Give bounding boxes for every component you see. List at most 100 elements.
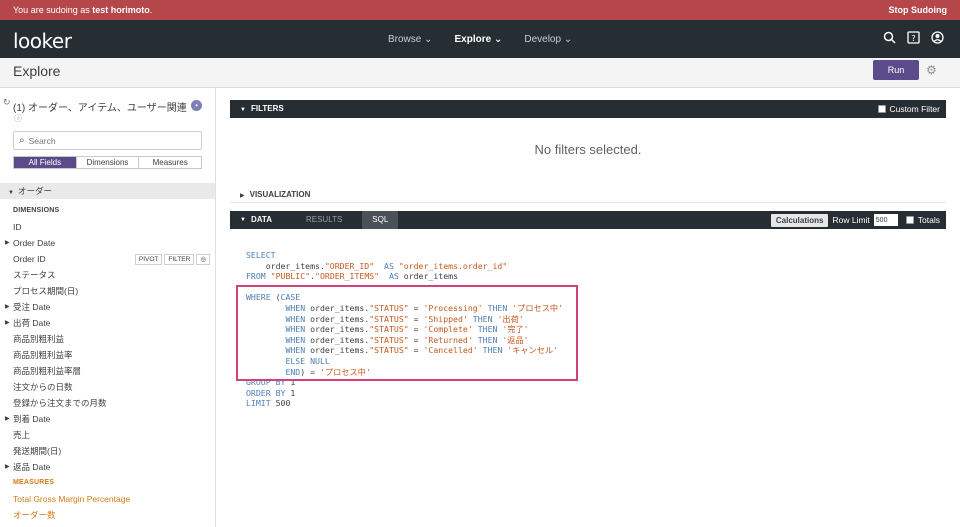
gear-icon[interactable]: ⚙ xyxy=(926,63,937,77)
dimension-field[interactable]: 商品別粗利益率 xyxy=(0,347,215,363)
nav-icons: ? xyxy=(882,31,944,45)
row-limit-label: Row Limit xyxy=(832,215,870,225)
dimension-field[interactable]: 注文からの日数 xyxy=(0,379,215,395)
caret-right-icon: ▶ xyxy=(5,464,10,470)
view-header[interactable]: ▼ オーダー xyxy=(0,183,215,199)
dimension-group-field[interactable]: ▶ 到着 Date xyxy=(0,411,215,427)
calculations-button[interactable]: Calculations xyxy=(770,213,829,227)
field-label: プロセス期間(日) xyxy=(13,286,79,296)
nav-browse[interactable]: Browse ⌄ xyxy=(388,34,433,45)
totals-label: Totals xyxy=(917,215,940,225)
caret-right-icon: ▶ xyxy=(240,193,245,199)
collapse-icon[interactable]: • xyxy=(191,100,202,111)
caret-right-icon: ▶ xyxy=(5,304,10,310)
looker-logo[interactable]: looker xyxy=(13,29,72,53)
custom-filter-label: Custom Filter xyxy=(889,104,940,114)
dimension-field[interactable]: 登録から注文までの月数 xyxy=(0,395,215,411)
field-picker-sidebar: ↻ (1) オーダー、アイテム、ユーザー関連 • ⓘ ⌕ All Fields … xyxy=(0,88,216,527)
field-label: Order ID xyxy=(13,254,46,264)
caret-down-icon[interactable]: ▼ xyxy=(240,211,246,229)
visualization-header[interactable]: ▶ VISUALIZATION xyxy=(230,187,946,203)
sudo-message: You are sudoing as test horimoto. xyxy=(13,5,153,15)
data-controls: Calculations Row Limit Totals xyxy=(770,211,940,229)
totals-checkbox[interactable] xyxy=(905,216,914,224)
dimension-field[interactable]: ID xyxy=(0,219,215,235)
nav-explore[interactable]: Explore ⌄ xyxy=(455,34,503,45)
view-name: オーダー xyxy=(17,186,52,196)
filter-button[interactable]: FILTER xyxy=(164,254,195,265)
dimension-field[interactable]: 商品別粗利益 xyxy=(0,331,215,347)
field-label: 発送期間(日) xyxy=(13,446,62,456)
filters-header[interactable]: ▼ FILTERS Custom Filter xyxy=(230,100,946,118)
sql-line: LIMIT 500 xyxy=(246,398,291,409)
field-label: 受注 Date xyxy=(13,302,51,312)
search-icon[interactable] xyxy=(882,31,896,45)
custom-filter-toggle[interactable]: Custom Filter xyxy=(878,100,940,118)
sql-line: ORDER BY 1 xyxy=(246,387,296,398)
field-label: 売上 xyxy=(13,430,31,440)
tab-measures[interactable]: Measures xyxy=(139,157,201,168)
checkbox-icon[interactable] xyxy=(878,105,887,113)
field-label: 返品 Date xyxy=(13,462,51,472)
tab-results[interactable]: RESULTS xyxy=(306,211,342,229)
section-label-measures: MEASURES xyxy=(0,475,215,491)
page-title: Explore xyxy=(13,63,61,79)
dimension-field[interactable]: 商品別粗利益率層 xyxy=(0,363,215,379)
field-actions: PIVOT FILTER ◎ xyxy=(134,254,210,265)
info-icon[interactable]: ◎ xyxy=(196,254,210,265)
field-label: Total Gross Margin Percentage xyxy=(13,494,131,504)
field-label: Order Date xyxy=(13,238,56,248)
dimension-field[interactable]: ステータス xyxy=(0,267,215,283)
dimension-group-field[interactable]: ▶ 出荷 Date xyxy=(0,315,215,331)
measure-field[interactable]: オーダー数 xyxy=(0,507,215,523)
highlight-annotation xyxy=(236,285,578,381)
caret-right-icon: ▶ xyxy=(5,320,10,326)
sql-line: order_items."ORDER_ID" AS "order_items.o… xyxy=(246,260,508,271)
dimension-group-field[interactable]: ▶ 返品 Date xyxy=(0,459,215,475)
field-label: ID xyxy=(13,222,22,232)
field-label: ステータス xyxy=(13,270,56,280)
dimension-field[interactable]: Order ID PIVOT FILTER ◎ xyxy=(0,251,215,267)
field-tabs: All Fields Dimensions Measures xyxy=(13,156,202,169)
field-label: オーダー数 xyxy=(13,510,56,520)
explore-icon: ↻ xyxy=(3,97,11,107)
field-label: 到着 Date xyxy=(13,414,51,424)
field-label: 登録から注文までの月数 xyxy=(13,398,107,408)
sql-line: FROM "PUBLIC"."ORDER_ITEMS" AS order_ite… xyxy=(246,271,458,282)
stop-sudoing-link[interactable]: Stop Sudoing xyxy=(889,5,948,15)
row-limit-input[interactable] xyxy=(873,214,898,226)
field-label: DIMENSIONS xyxy=(13,207,60,214)
dimension-field[interactable]: プロセス期間(日) xyxy=(0,283,215,299)
measure-field[interactable]: Total Gross Margin Percentage xyxy=(0,491,215,507)
field-list: DIMENSIONS ID ▶ Order Date Order ID PIVOT FILT… xyxy=(0,203,215,523)
dimension-field[interactable]: 発送期間(日) xyxy=(0,443,215,459)
dimension-group-field[interactable]: ▶ 受注 Date xyxy=(0,299,215,315)
caret-right-icon: ▶ xyxy=(5,416,10,422)
field-search: ⌕ xyxy=(13,131,202,150)
filters-title: FILTERS xyxy=(250,104,284,113)
data-title: DATA xyxy=(250,215,272,224)
page-header: Explore Run ⚙ xyxy=(0,58,960,88)
top-nav: looker Browse ⌄ Explore ⌄ Develop ⌄ ? xyxy=(0,20,960,58)
tab-all-fields[interactable]: All Fields xyxy=(14,157,77,168)
field-label: 出荷 Date xyxy=(13,318,51,328)
dimension-field[interactable]: 売上 xyxy=(0,427,215,443)
info-icon[interactable]: ⓘ xyxy=(14,113,22,124)
field-label: 商品別粗利益率 xyxy=(13,350,73,360)
section-label-dimensions: DIMENSIONS xyxy=(0,203,215,219)
help-icon[interactable]: ? xyxy=(906,31,920,45)
field-label: 商品別粗利益 xyxy=(13,334,65,344)
tab-sql[interactable]: SQL xyxy=(362,211,399,229)
run-button[interactable]: Run xyxy=(873,60,919,80)
caret-down-icon: ▼ xyxy=(8,190,14,196)
tab-dimensions[interactable]: Dimensions xyxy=(77,157,140,168)
nav-develop[interactable]: Develop ⌄ xyxy=(524,34,572,45)
field-search-input[interactable] xyxy=(28,135,179,146)
pivot-button[interactable]: PIVOT xyxy=(134,254,163,265)
data-header: ▼ DATA RESULTS SQL Calculations Row Limit… xyxy=(230,211,946,229)
field-label: MEASURES xyxy=(13,479,55,486)
visualization-title: VISUALIZATION xyxy=(249,190,311,199)
sql-line: SELECT xyxy=(246,250,276,260)
dimension-group-field[interactable]: ▶ Order Date xyxy=(0,235,215,251)
user-icon[interactable] xyxy=(930,31,944,45)
